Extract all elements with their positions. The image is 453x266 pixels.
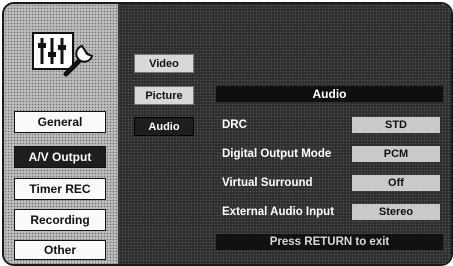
sub-menu-column: Video Picture Audio (118, 4, 210, 264)
digital-output-mode-value[interactable]: PCM (352, 146, 440, 162)
tools-settings-icon (32, 32, 94, 77)
menu-timer-rec-button[interactable]: Timer REC (14, 178, 106, 200)
drc-label: DRC (222, 119, 247, 131)
menu-other-button[interactable]: Other (14, 240, 106, 260)
drc-value[interactable]: STD (352, 117, 440, 133)
audio-settings-panel: Audio DRC STD Digital Output Mode PCM Vi… (216, 86, 443, 254)
menu-general-button[interactable]: General (14, 111, 106, 133)
submenu-audio-button[interactable]: Audio (134, 117, 194, 136)
virtual-surround-value[interactable]: Off (352, 175, 440, 191)
exit-hint: Press RETURN to exit (216, 234, 443, 250)
menu-recording-button[interactable]: Recording (14, 209, 106, 231)
external-audio-input-label: External Audio Input (222, 206, 335, 218)
digital-output-mode-label: Digital Output Mode (222, 148, 332, 160)
settings-content-area: Audio DRC STD Digital Output Mode PCM Vi… (210, 4, 451, 264)
submenu-picture-button[interactable]: Picture (134, 86, 194, 105)
submenu-video-button[interactable]: Video (134, 54, 194, 73)
virtual-surround-label: Virtual Surround (222, 177, 313, 189)
settings-screen: General A/V Output Timer REC Recording O… (2, 2, 453, 266)
main-menu-column: General A/V Output Timer REC Recording O… (4, 4, 118, 264)
panel-title: Audio (216, 86, 443, 102)
menu-av-output-button[interactable]: A/V Output (14, 146, 106, 168)
external-audio-input-value[interactable]: Stereo (352, 204, 440, 220)
